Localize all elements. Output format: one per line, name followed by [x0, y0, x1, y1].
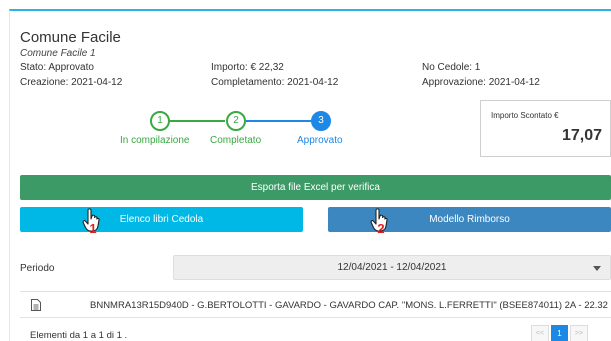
step-2-label: Completato: [210, 135, 262, 146]
export-excel-button[interactable]: Esporta file Excel per verifica: [20, 175, 611, 200]
elenco-libri-button[interactable]: Elenco libri Cedola: [20, 207, 303, 232]
step-3-label: Approvato: [297, 135, 343, 146]
discounted-amount-value: 17,07: [561, 127, 602, 144]
periodo-value: 12/04/2021 - 12/04/2021: [337, 262, 447, 273]
page-subtitle: Comune Facile 1: [20, 48, 96, 59]
hand-pointer-icon: 1: [82, 208, 100, 234]
completion-date-field: Completamento: 2021-04-12: [211, 77, 339, 88]
amount-field: Importo: € 22,32: [211, 62, 284, 73]
list-item[interactable]: BNNMRA13R15D940D - G.BERTOLOTTI - GAVARD…: [20, 291, 611, 317]
creation-date-field: Creazione: 2021-04-12: [20, 77, 123, 88]
step-connector-2: [245, 120, 312, 122]
approval-date-field: Approvazione: 2021-04-12: [422, 77, 540, 88]
document-icon: [31, 299, 41, 311]
pager-prev-button[interactable]: <<: [531, 325, 549, 341]
chevron-down-icon: [593, 266, 601, 271]
hand-2-number: 2: [377, 221, 384, 234]
hand-1-number: 1: [89, 221, 96, 234]
status-field: Stato: Approvato: [20, 62, 94, 73]
cedola-panel: Comune Facile Comune Facile 1 Stato: App…: [9, 9, 611, 341]
table-footer: Elementi da 1 a 1 di 1 . << 1 >>: [20, 317, 611, 341]
discounted-amount-label: Importo Scontato €: [491, 111, 559, 120]
cedole-count-field: No Cedole: 1: [422, 62, 481, 73]
step-1-label: In compilazione: [120, 135, 190, 146]
periodo-label: Periodo: [20, 263, 55, 274]
page-title: Comune Facile: [20, 29, 121, 46]
discounted-amount-box: Importo Scontato € 17,07: [480, 100, 611, 157]
pagination-summary: Elementi da 1 a 1 di 1 .: [30, 330, 128, 341]
hand-pointer-icon: 2: [370, 208, 388, 234]
step-1-circle: 1: [150, 111, 170, 131]
step-connector-1: [169, 120, 225, 122]
list-item-text: BNNMRA13R15D940D - G.BERTOLOTTI - GAVARD…: [90, 300, 608, 311]
periodo-select[interactable]: 12/04/2021 - 12/04/2021: [173, 255, 611, 280]
pager-page-1-button[interactable]: 1: [551, 325, 568, 341]
step-3-circle: 3: [311, 111, 331, 131]
step-2-circle: 2: [226, 111, 246, 131]
pager-next-button[interactable]: >>: [570, 325, 588, 341]
